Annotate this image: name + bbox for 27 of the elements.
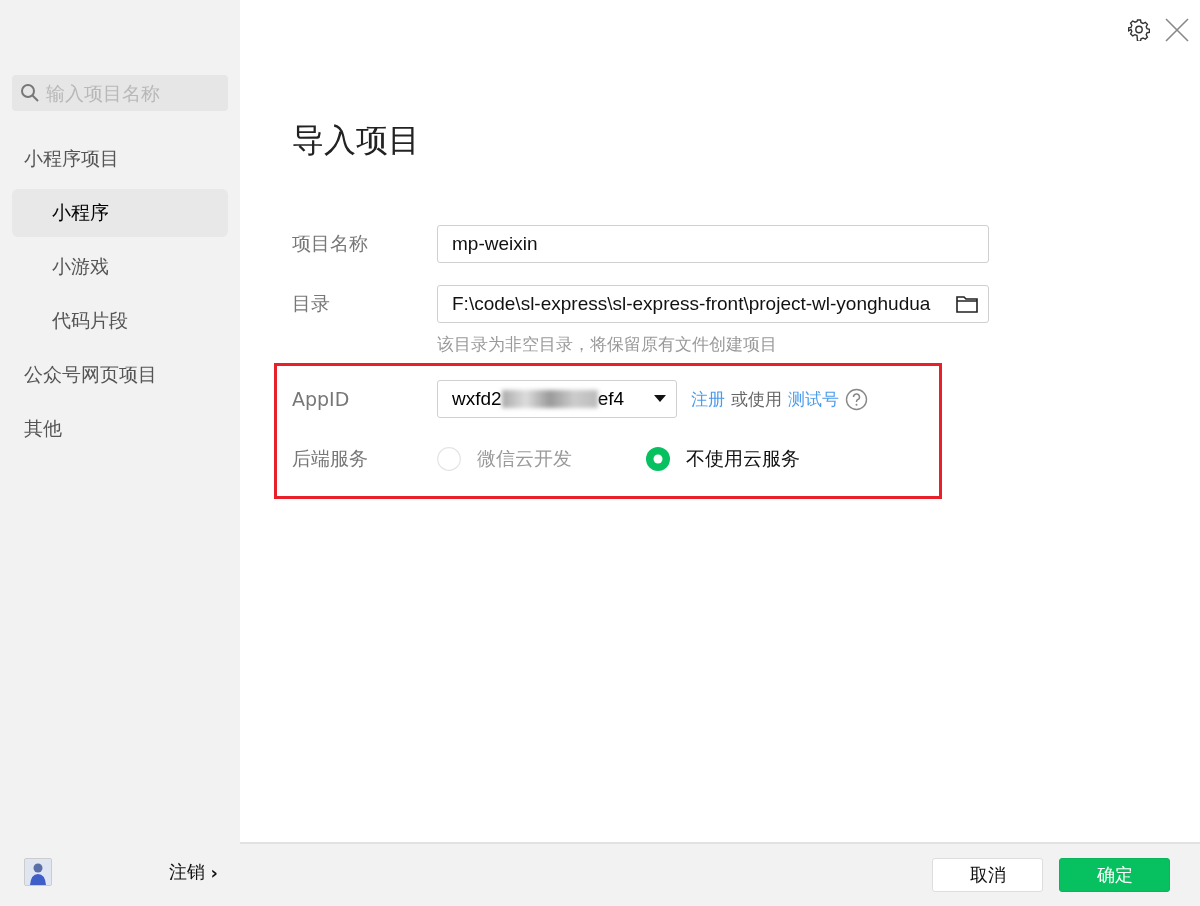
sidebar-item[interactable]: 公众号网页项目 (12, 351, 228, 399)
settings-icon[interactable] (1128, 19, 1150, 41)
project-name-field[interactable]: mp-weixin (437, 225, 989, 263)
help-icon[interactable] (845, 387, 868, 411)
hint-text: 该目录为非空目录，将保留原有文件创建项目 (437, 333, 778, 356)
appid-dropdown[interactable]: wxfd2 ef4 (437, 380, 677, 418)
avatar-icon[interactable] (24, 858, 52, 886)
sidebar-item[interactable]: 小程序 (12, 189, 228, 237)
directory-field[interactable]: F:\code\sl-express\sl-express-front\project-wl-yonghudua (437, 285, 989, 323)
field-label: 项目名称 (292, 231, 369, 256)
sidebar-item[interactable]: 代码片段 (12, 297, 228, 345)
folder-icon[interactable] (956, 295, 978, 313)
close-icon[interactable] (1164, 17, 1190, 43)
radio-option[interactable]: 不使用云服务 (646, 446, 800, 472)
field-label: AppID (292, 388, 351, 410)
caret-icon (654, 395, 666, 403)
sidebar-item[interactable]: 其他 (12, 405, 228, 453)
logout-link[interactable]: 注销 › (168, 860, 218, 884)
field-label: 目录 (292, 291, 331, 316)
field-label: 后端服务 (292, 446, 369, 471)
cancel-button[interactable]: 取消 (932, 858, 1043, 892)
sidebar-item[interactable]: 小游戏 (12, 243, 228, 291)
dialog-title: 导入项目 (292, 120, 420, 161)
or-use-text: 或使用 (731, 387, 782, 411)
radio-icon[interactable] (646, 447, 670, 471)
search-icon (20, 83, 40, 103)
sidebar-item[interactable]: 小程序项目 (12, 135, 228, 183)
